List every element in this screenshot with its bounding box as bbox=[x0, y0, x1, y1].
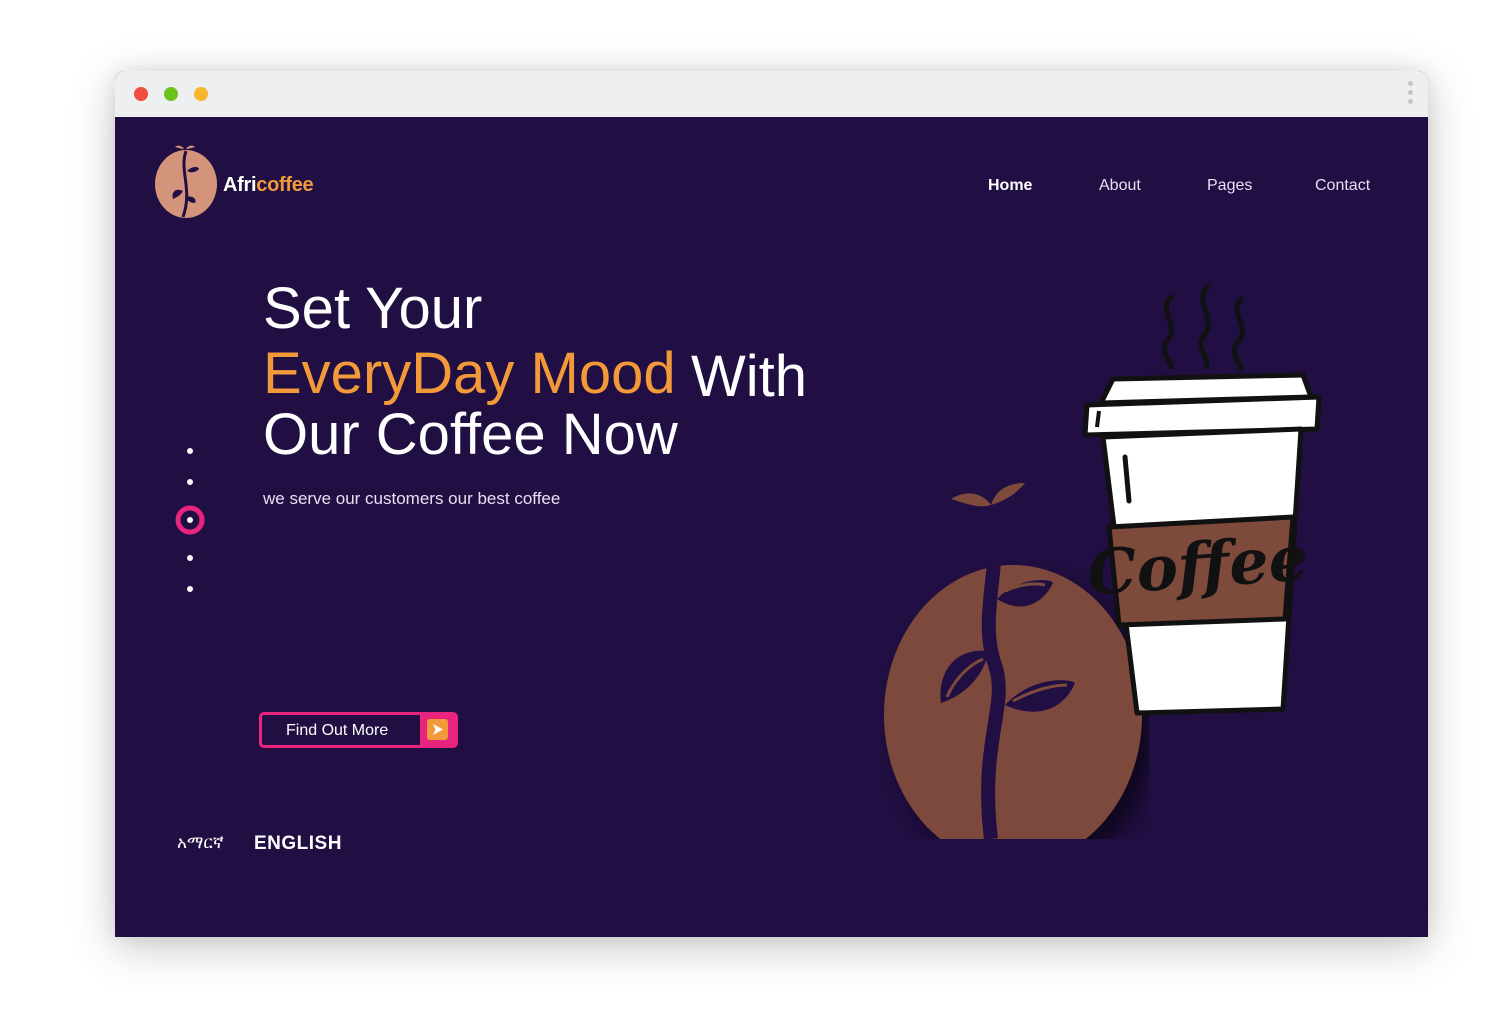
language-amharic[interactable]: አማርኛ bbox=[177, 833, 224, 853]
nav-pages[interactable]: Pages bbox=[1207, 177, 1252, 195]
pager-dot-2[interactable] bbox=[187, 479, 193, 485]
hero-heading-with: With bbox=[691, 344, 807, 409]
find-out-more-button[interactable]: Find Out More bbox=[259, 712, 458, 748]
cta-arrow bbox=[420, 715, 455, 745]
nav-about[interactable]: About bbox=[1099, 177, 1141, 195]
hero-heading-line1: Set Your bbox=[263, 276, 483, 341]
brand-name[interactable]: Africoffee bbox=[223, 174, 314, 197]
close-button[interactable] bbox=[134, 87, 148, 101]
hero-heading-highlight: EveryDay Mood bbox=[263, 341, 676, 406]
nav-home[interactable]: Home bbox=[988, 177, 1032, 195]
slide-pager bbox=[175, 441, 205, 601]
arrow-right-icon bbox=[433, 724, 443, 735]
nav-contact[interactable]: Contact bbox=[1315, 177, 1370, 195]
minimize-button[interactable] bbox=[164, 87, 178, 101]
language-english[interactable]: ENGLISH bbox=[254, 833, 342, 855]
coffee-cup-illustration: Coffee bbox=[1082, 284, 1322, 716]
cup-lettering: Coffee bbox=[1085, 521, 1310, 609]
browser-window: Africoffee Home About Pages Contact Set … bbox=[115, 71, 1428, 937]
pager-dot-5[interactable] bbox=[187, 586, 193, 592]
more-options-icon[interactable] bbox=[1408, 81, 1414, 107]
pager-dot-4[interactable] bbox=[187, 555, 193, 561]
pager-dot-active[interactable] bbox=[175, 505, 205, 535]
hero-heading-line3: Our Coffee Now bbox=[263, 402, 678, 467]
maximize-button[interactable] bbox=[194, 87, 208, 101]
brand-name-part1: Afri bbox=[223, 174, 257, 196]
logo-bean-icon[interactable] bbox=[153, 143, 219, 219]
hero-subtitle: we serve our customers our best coffee bbox=[263, 489, 561, 508]
brand-name-part2: coffee bbox=[256, 174, 314, 196]
browser-titlebar bbox=[115, 71, 1428, 117]
pager-dot-1[interactable] bbox=[187, 448, 193, 454]
find-out-more-label: Find Out More bbox=[286, 722, 389, 739]
